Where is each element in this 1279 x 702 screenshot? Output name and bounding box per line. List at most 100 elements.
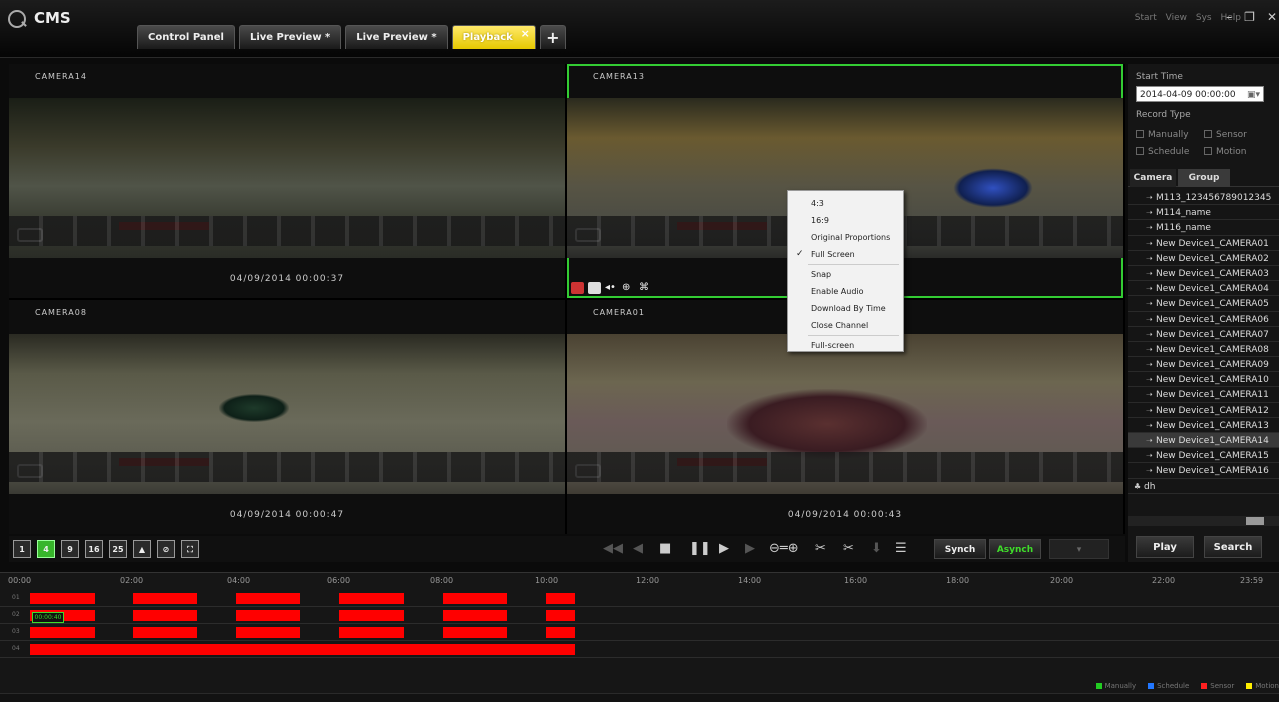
step-back-icon[interactable]: ◀ bbox=[633, 541, 643, 556]
checkbox-motion[interactable]: Motion bbox=[1204, 147, 1247, 157]
recording-segment[interactable] bbox=[546, 593, 575, 604]
add-tab-button[interactable]: + bbox=[539, 25, 566, 49]
close-tab-icon[interactable]: × bbox=[521, 22, 530, 46]
layout-25-button[interactable]: 25 bbox=[109, 540, 127, 558]
device-tree-item[interactable]: ➝ M116_name bbox=[1128, 220, 1279, 236]
timeline-row[interactable]: 02 bbox=[0, 607, 1279, 624]
audio-icon[interactable]: ◂• bbox=[605, 282, 618, 294]
device-tree-item[interactable]: ➝ New Device1_CAMERA03 bbox=[1128, 266, 1279, 282]
recording-segment[interactable] bbox=[236, 627, 300, 638]
recording-segment[interactable] bbox=[236, 593, 300, 604]
tab-live-preview-1[interactable]: Live Preview * bbox=[238, 25, 342, 49]
layout-9-button[interactable]: 9 bbox=[61, 540, 79, 558]
fullscreen-icon[interactable]: ⌘ bbox=[639, 282, 652, 294]
device-tree-item[interactable]: ➝ New Device1_CAMERA05 bbox=[1128, 296, 1279, 312]
layout-16-button[interactable]: 16 bbox=[85, 540, 103, 558]
recording-segment[interactable] bbox=[546, 610, 575, 621]
layout-custom-icon[interactable]: ▲ bbox=[133, 540, 151, 558]
scrollbar-thumb[interactable] bbox=[1246, 517, 1264, 525]
tab-group[interactable]: Group bbox=[1178, 169, 1230, 187]
tab-camera[interactable]: Camera bbox=[1130, 169, 1176, 187]
device-tree-item[interactable]: ➝ New Device1_CAMERA15 bbox=[1128, 448, 1279, 464]
recording-segment[interactable] bbox=[133, 610, 197, 621]
layout-4-button[interactable]: 4 bbox=[37, 540, 55, 558]
play-button[interactable]: Play bbox=[1136, 536, 1194, 558]
device-tree-item[interactable]: ➝ New Device1_CAMERA07 bbox=[1128, 327, 1279, 342]
recording-segment[interactable] bbox=[443, 593, 507, 604]
recording-segment[interactable] bbox=[443, 610, 507, 621]
device-tree-item[interactable]: ➝ New Device1_CAMERA16 bbox=[1128, 463, 1279, 479]
snapshot-icon[interactable] bbox=[588, 282, 601, 294]
recording-segment[interactable] bbox=[339, 627, 404, 638]
tab-live-preview-2[interactable]: Live Preview * bbox=[345, 25, 448, 49]
menu-item-enable-audio[interactable]: Enable Audio bbox=[788, 283, 903, 300]
restore-icon[interactable]: ❐ bbox=[1244, 10, 1255, 24]
device-tree-item[interactable]: ➝ New Device1_CAMERA11 bbox=[1128, 387, 1279, 403]
recording-segment[interactable] bbox=[236, 610, 300, 621]
menu-item-16-9[interactable]: 16:9 bbox=[788, 212, 903, 229]
recording-segment[interactable] bbox=[133, 593, 197, 604]
record-icon[interactable] bbox=[571, 282, 584, 294]
menu-item-full-screen[interactable]: ✓ Full Screen bbox=[788, 246, 903, 263]
recording-segment[interactable] bbox=[30, 593, 95, 604]
synch-button[interactable]: Synch bbox=[934, 539, 986, 559]
menu-item-full-screen-2[interactable]: Full-screen bbox=[788, 337, 903, 354]
device-tree-item[interactable]: ➝ New Device1_CAMERA10 bbox=[1128, 372, 1279, 388]
clip-end-icon[interactable]: ✂ bbox=[843, 541, 854, 556]
calendar-icon[interactable]: ▣▾ bbox=[1247, 87, 1260, 103]
horizontal-scrollbar[interactable] bbox=[1128, 516, 1279, 526]
fullscreen-layout-icon[interactable]: ⛶ bbox=[181, 540, 199, 558]
rewind-icon[interactable]: ◀◀ bbox=[603, 541, 623, 556]
device-tree-item[interactable]: ➝ M114_name bbox=[1128, 205, 1279, 221]
pause-icon[interactable]: ❚❚ bbox=[689, 541, 711, 556]
checkbox-sensor[interactable]: Sensor bbox=[1204, 130, 1247, 140]
minimize-icon[interactable]: – bbox=[1226, 10, 1232, 24]
device-tree-item[interactable]: ➝ New Device1_CAMERA09 bbox=[1128, 357, 1279, 373]
recording-segment[interactable] bbox=[339, 610, 404, 621]
speed-slider-icon[interactable]: ⊖═⊕ bbox=[769, 541, 799, 556]
layout-1-button[interactable]: 1 bbox=[13, 540, 31, 558]
device-tree-item[interactable]: ➝ M113_123456789012345 bbox=[1128, 190, 1279, 206]
menu-item-close-channel[interactable]: Close Channel bbox=[788, 317, 903, 334]
camera-view-1[interactable]: CAMERA14 04/09/2014 00:00:37 bbox=[9, 64, 565, 298]
device-tree-item[interactable]: ♣ dh bbox=[1128, 479, 1279, 494]
play-icon[interactable]: ▶ bbox=[719, 541, 729, 556]
recording-segment[interactable] bbox=[339, 593, 404, 604]
start-time-field[interactable]: 2014-04-09 00:00:00 ▣▾ bbox=[1136, 86, 1264, 102]
device-tree-item[interactable]: ➝ New Device1_CAMERA04 bbox=[1128, 281, 1279, 297]
tab-playback[interactable]: Playback × bbox=[451, 22, 536, 49]
search-button[interactable]: Search bbox=[1204, 536, 1262, 558]
menu-sys[interactable]: Sys bbox=[1196, 13, 1212, 23]
menu-item-snap[interactable]: Snap bbox=[788, 266, 903, 283]
camera-view-3[interactable]: CAMERA08 04/09/2014 00:00:47 bbox=[9, 300, 565, 534]
close-icon[interactable]: ✕ bbox=[1267, 10, 1277, 24]
menu-view[interactable]: View bbox=[1166, 13, 1187, 23]
recording-segment[interactable] bbox=[443, 627, 507, 638]
device-tree-item[interactable]: ➝ New Device1_CAMERA08 bbox=[1128, 342, 1279, 358]
device-tree-item[interactable]: ➝ New Device1_CAMERA13 bbox=[1128, 418, 1279, 433]
menu-item-4-3[interactable]: 4:3 bbox=[788, 195, 903, 212]
checkbox-schedule[interactable]: Schedule bbox=[1136, 147, 1189, 157]
menu-item-original-proportions[interactable]: Original Proportions bbox=[788, 229, 903, 246]
stop-icon[interactable]: ■ bbox=[659, 541, 671, 556]
zoom-icon[interactable]: ⊕ bbox=[622, 282, 635, 294]
device-tree-item[interactable]: ➝ New Device1_CAMERA01 bbox=[1128, 236, 1279, 251]
recording-segment[interactable] bbox=[30, 627, 95, 638]
step-forward-icon[interactable]: ▶ bbox=[745, 541, 755, 556]
recording-segment[interactable] bbox=[133, 627, 197, 638]
clip-start-icon[interactable]: ✂ bbox=[815, 541, 826, 556]
menu-start[interactable]: Start bbox=[1135, 13, 1157, 23]
list-icon[interactable]: ☰ bbox=[895, 541, 907, 556]
device-tree-item[interactable]: ➝ New Device1_CAMERA14 bbox=[1128, 433, 1279, 449]
asynch-button[interactable]: Asynch bbox=[989, 539, 1041, 559]
device-tree-item[interactable]: ➝ New Device1_CAMERA12 bbox=[1128, 403, 1279, 418]
download-icon[interactable]: ⬇ bbox=[871, 541, 882, 556]
speed-select[interactable]: ▾ bbox=[1049, 539, 1109, 559]
device-tree-item[interactable]: ➝ New Device1_CAMERA06 bbox=[1128, 312, 1279, 327]
timeline-row[interactable]: 04 bbox=[0, 641, 1279, 658]
close-all-icon[interactable]: ⊘ bbox=[157, 540, 175, 558]
checkbox-manually[interactable]: Manually bbox=[1136, 130, 1189, 140]
timeline-row[interactable]: 03 bbox=[0, 624, 1279, 641]
tab-control-panel[interactable]: Control Panel bbox=[137, 25, 235, 49]
playhead-time[interactable]: 00:00:40 bbox=[32, 612, 64, 623]
